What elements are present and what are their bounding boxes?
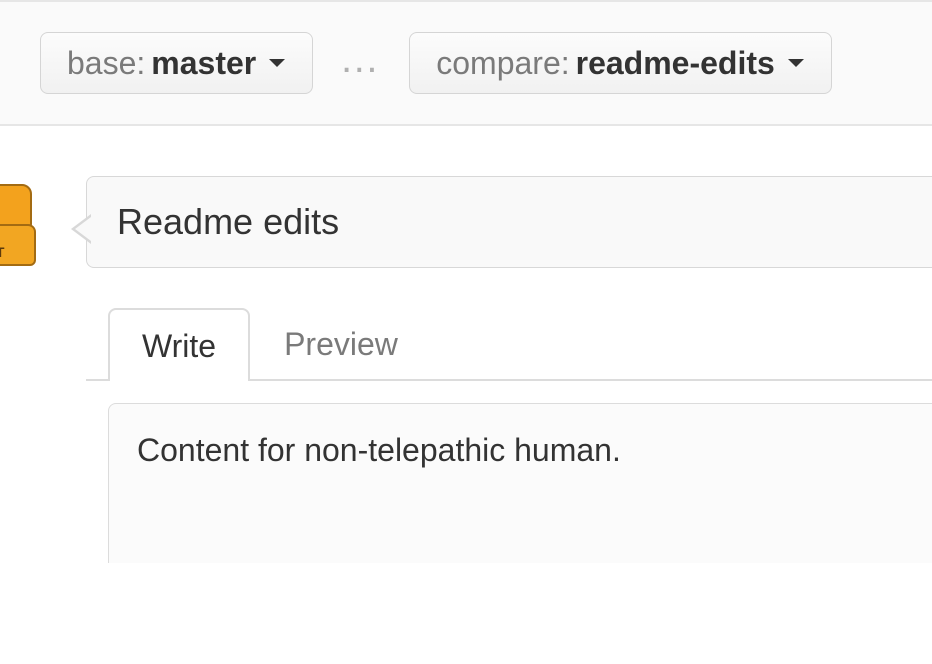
compare-branch-button[interactable]: compare: readme-edits [409,32,832,94]
avatar-tag: OT [0,244,5,260]
avatar: OT [0,184,36,270]
pull-request-form: OT Write Preview [0,126,932,568]
tab-write[interactable]: Write [108,308,250,381]
ellipsis-separator: … [339,39,383,79]
chevron-down-icon [787,57,805,69]
compare-label: compare: [436,47,569,79]
base-label: base: [67,47,145,79]
chevron-down-icon [268,57,286,69]
base-branch-button[interactable]: base: master [40,32,313,94]
pr-title-input[interactable] [86,176,932,268]
pr-comment-textarea[interactable] [108,403,932,563]
form-column: Write Preview [86,176,932,568]
base-branch-value: master [151,47,256,79]
tab-row: Write Preview [86,306,932,381]
avatar-column: OT [0,176,86,270]
speech-bubble-arrow [71,214,91,249]
tab-preview[interactable]: Preview [250,306,432,379]
compare-branch-value: readme-edits [576,47,775,79]
comment-wrap [86,381,932,568]
branch-compare-bar: base: master … compare: readme-edits [0,0,932,126]
